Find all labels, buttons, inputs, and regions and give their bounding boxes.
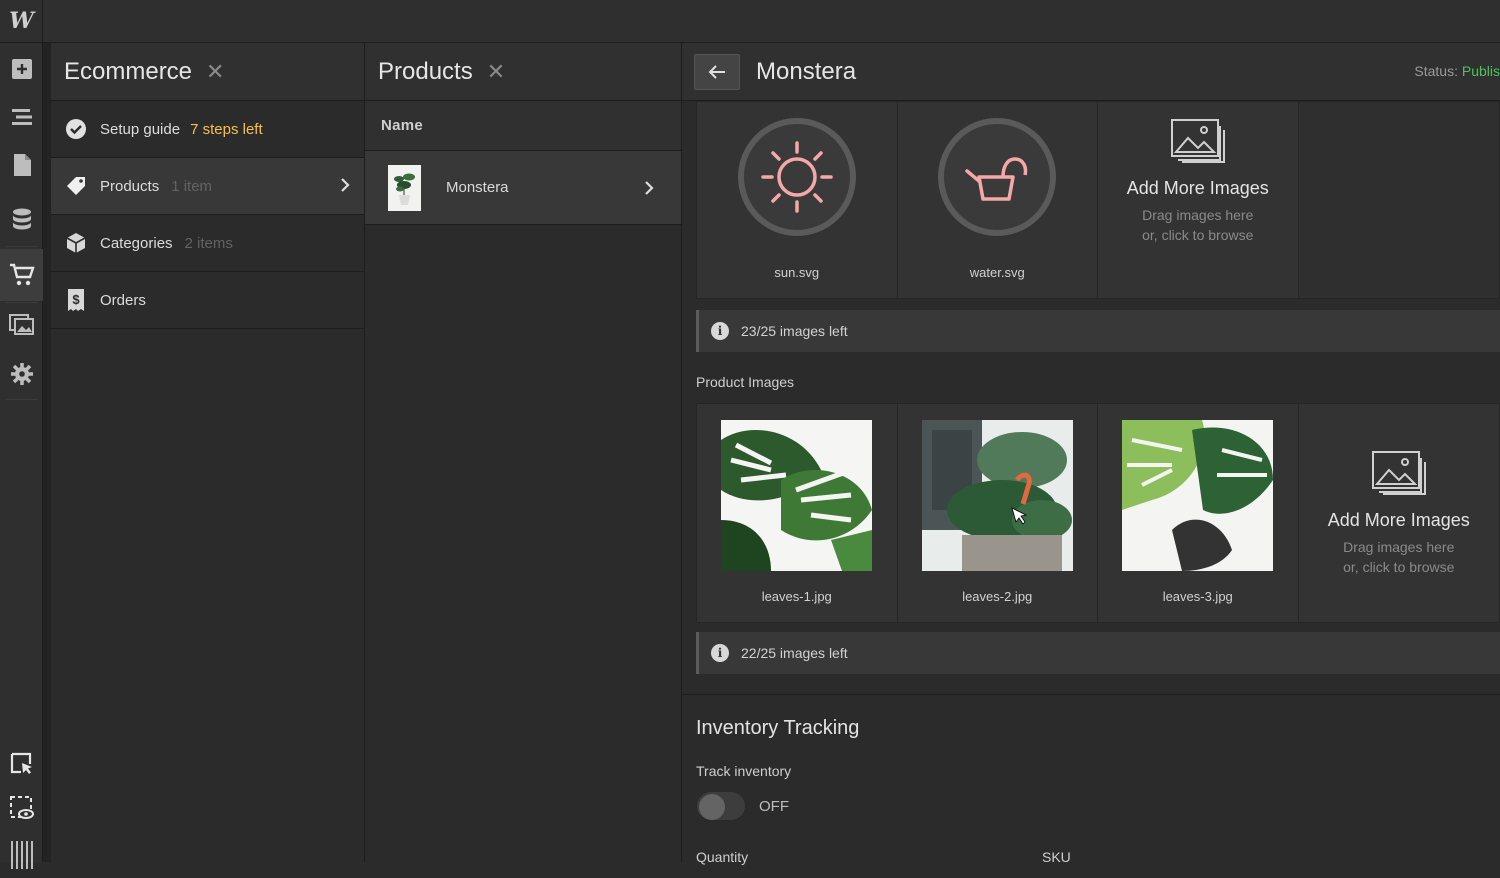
image-tile-leaves-1[interactable]: leaves-1.jpg bbox=[697, 404, 898, 622]
nav-label: Products bbox=[100, 177, 160, 195]
product-images-remaining: i 22/25 images left bbox=[696, 632, 1500, 674]
add-more-line1: Drag images here bbox=[1142, 207, 1254, 223]
info-icon: i bbox=[711, 322, 729, 340]
products-panel: Products ✕ Name Monstera bbox=[365, 43, 682, 862]
receipt-icon: $ bbox=[65, 289, 87, 311]
ecommerce-panel: Ecommerce ✕ Setup guide 7 steps left Pro… bbox=[51, 43, 365, 862]
empty-tile bbox=[1298, 102, 1499, 298]
sun-icon bbox=[737, 118, 856, 236]
item-count: 2 items bbox=[184, 234, 233, 252]
sku-label: SKU bbox=[1042, 849, 1071, 865]
add-more-images-dropzone[interactable]: Add More Images Drag images here or, cli… bbox=[1098, 102, 1299, 298]
ecommerce-cart-icon[interactable] bbox=[0, 249, 43, 301]
status-value: Publis bbox=[1461, 63, 1500, 79]
image-caption: leaves-3.jpg bbox=[1162, 589, 1233, 604]
product-detail-panel: Monstera Status: Publis sun.svg water.sv… bbox=[682, 43, 1500, 865]
quantity-label: Quantity bbox=[696, 849, 749, 865]
add-more-line1: Drag images here bbox=[1343, 538, 1455, 555]
nav-label: Setup guide bbox=[100, 120, 181, 138]
leaves-2-photo bbox=[921, 420, 1073, 571]
chevron-right-icon bbox=[644, 180, 654, 200]
image-caption: water.svg bbox=[969, 265, 1025, 280]
nav-item-categories[interactable]: Categories 2 items bbox=[51, 215, 364, 272]
leaves-3-photo bbox=[1122, 420, 1274, 571]
check-circle-icon bbox=[65, 118, 87, 140]
arrow-left-icon bbox=[708, 64, 725, 79]
icon-images-remaining: i 23/25 images left bbox=[696, 310, 1500, 352]
image-tile-sun[interactable]: sun.svg bbox=[697, 102, 898, 298]
status-indicator: Status: Publis bbox=[1414, 63, 1500, 79]
audit-icon[interactable] bbox=[0, 830, 43, 878]
image-caption: leaves-1.jpg bbox=[761, 589, 832, 604]
image-tile-water[interactable]: water.svg bbox=[898, 102, 1098, 298]
cms-icon[interactable] bbox=[0, 196, 43, 244]
icon-images-grid: sun.svg water.svg Add More Images Drag i… bbox=[696, 101, 1500, 299]
cube-icon bbox=[65, 232, 87, 254]
product-name: Monstera bbox=[446, 179, 509, 196]
item-count: 1 item bbox=[171, 177, 213, 195]
nav-item-setup-guide[interactable]: Setup guide 7 steps left bbox=[51, 101, 364, 158]
add-more-images-dropzone[interactable]: Add More Images Drag images here or, cli… bbox=[1299, 404, 1499, 622]
nav-label: Orders bbox=[100, 291, 146, 309]
ecommerce-panel-header: Ecommerce ✕ bbox=[51, 43, 364, 101]
product-images-grid: leaves-1.jpg leaves-2.jpg leaves-3.jpg A… bbox=[696, 403, 1500, 623]
image-tile-leaves-2[interactable]: leaves-2.jpg bbox=[898, 404, 1098, 622]
leaves-1-photo bbox=[721, 420, 873, 571]
add-more-line2: or, click to browse bbox=[1343, 558, 1455, 575]
nav-item-orders[interactable]: $ Orders bbox=[51, 272, 364, 329]
add-more-title: Add More Images bbox=[1327, 509, 1470, 530]
close-icon[interactable]: ✕ bbox=[487, 59, 505, 85]
add-more-title: Add More Images bbox=[1126, 178, 1269, 198]
image-caption: leaves-2.jpg bbox=[962, 589, 1033, 604]
panel-title: Products bbox=[378, 57, 473, 85]
select-icon[interactable] bbox=[0, 740, 43, 788]
products-panel-header: Products ✕ bbox=[365, 43, 681, 101]
left-icon-rail: W bbox=[0, 0, 43, 869]
image-tile-leaves-3[interactable]: leaves-3.jpg bbox=[1098, 404, 1299, 622]
panel-title: Ecommerce bbox=[64, 57, 193, 85]
assets-icon[interactable] bbox=[0, 300, 43, 348]
chevron-right-icon bbox=[340, 177, 350, 197]
product-thumbnail bbox=[388, 164, 421, 211]
detail-header: Monstera Status: Publis bbox=[682, 43, 1500, 101]
close-icon[interactable]: ✕ bbox=[206, 59, 224, 85]
svg-text:$: $ bbox=[72, 292, 80, 307]
track-inventory-label: Track inventory bbox=[696, 763, 792, 779]
settings-icon[interactable] bbox=[0, 350, 43, 398]
nav-item-products[interactable]: Products 1 item bbox=[51, 158, 364, 215]
image-caption: sun.svg bbox=[774, 265, 820, 280]
navigator-icon[interactable] bbox=[0, 93, 43, 141]
back-button[interactable] bbox=[694, 53, 740, 90]
product-title: Monstera bbox=[756, 57, 857, 85]
add-more-line2: or, click to browse bbox=[1142, 227, 1254, 243]
pages-icon[interactable] bbox=[0, 141, 43, 189]
column-header-name[interactable]: Name bbox=[365, 101, 681, 151]
track-inventory-toggle[interactable] bbox=[696, 791, 746, 821]
toggle-state: OFF bbox=[759, 798, 789, 815]
info-icon: i bbox=[711, 644, 729, 662]
watering-can-icon bbox=[938, 118, 1057, 236]
images-icon bbox=[1371, 450, 1426, 495]
steps-left-badge: 7 steps left bbox=[190, 120, 263, 138]
product-row[interactable]: Monstera bbox=[365, 151, 681, 225]
images-icon bbox=[1170, 119, 1225, 163]
nav-label: Categories bbox=[100, 234, 173, 252]
top-bar bbox=[0, 0, 1500, 43]
product-images-label: Product Images bbox=[696, 374, 795, 390]
add-icon[interactable] bbox=[0, 45, 43, 93]
preview-icon[interactable] bbox=[0, 784, 43, 832]
webflow-logo[interactable]: W bbox=[0, 0, 43, 43]
inventory-section-title: Inventory Tracking bbox=[696, 717, 860, 739]
tag-icon bbox=[65, 175, 87, 197]
